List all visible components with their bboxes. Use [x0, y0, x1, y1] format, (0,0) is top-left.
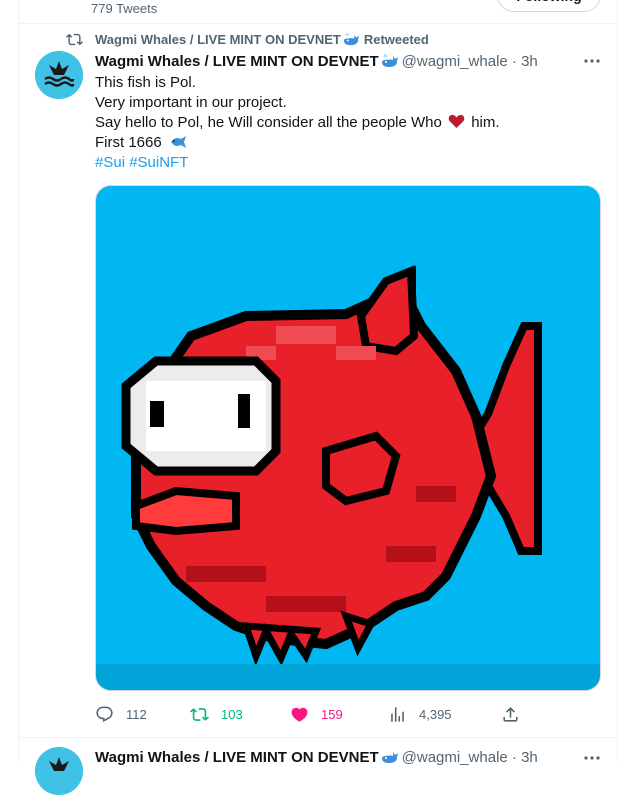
tweet-text-segment: Say hello to Pol, he Will consider all t…	[95, 114, 442, 131]
share-button[interactable]	[501, 703, 532, 725]
retweet-icon	[190, 707, 209, 721]
tweet-text-line: Say hello to Pol, he Will consider all t…	[95, 113, 595, 133]
hashtag-link[interactable]: #Sui	[95, 154, 125, 171]
reply-count: 112	[126, 706, 147, 722]
avatar[interactable]	[35, 747, 83, 795]
profile-header: 779 Tweets Following	[0, 0, 641, 22]
more-icon[interactable]	[583, 54, 601, 68]
like-count: 159	[321, 706, 343, 722]
divider	[19, 23, 617, 24]
retweet-context[interactable]: Wagmi Whales / LIVE MINT ON DEVNET Retwe…	[66, 31, 429, 47]
tweet-header: Wagmi Whales / LIVE MINT ON DEVNET @wagm…	[95, 51, 595, 71]
reply-button[interactable]: 112	[95, 703, 147, 725]
tweet-text-segment: First 1666	[95, 134, 162, 151]
whale-tail-logo-icon	[35, 51, 83, 99]
divider	[19, 737, 617, 738]
fish-emoji-icon	[170, 136, 186, 148]
tweet-media-image[interactable]	[95, 185, 601, 691]
tweet-hashtags: #Sui #SuiNFT	[95, 153, 595, 173]
whale-emoji-icon	[381, 752, 398, 763]
reply-icon	[96, 706, 113, 722]
tweet-text-line: Very important in our project.	[95, 94, 287, 111]
whale-tail-logo-icon	[35, 747, 83, 795]
tweet-text-line: First 1666	[95, 133, 595, 153]
red-heart-emoji-icon	[448, 114, 465, 128]
retweeted-label: Retweeted	[363, 31, 429, 47]
timeline-border-right	[617, 0, 618, 763]
pixel-fish-image	[121, 265, 542, 666]
retweet-count: 103	[221, 706, 243, 722]
hashtag-link[interactable]: #SuiNFT	[129, 154, 188, 171]
views-button[interactable]: 4,395	[388, 703, 452, 725]
whale-emoji-icon	[343, 32, 359, 45]
views-icon	[391, 706, 404, 722]
tweet-header: Wagmi Whales / LIVE MINT ON DEVNET @wagm…	[95, 747, 595, 767]
whale-emoji-icon	[381, 54, 398, 67]
timeline-border-left	[18, 0, 19, 763]
retweet-icon	[66, 33, 83, 45]
tweet-count: 779 Tweets	[91, 1, 158, 16]
views-count: 4,395	[419, 706, 452, 722]
following-button[interactable]: Following	[497, 0, 601, 12]
tweet-text-segment: him.	[471, 114, 500, 131]
tweet-text-line: This fish is Pol.	[95, 74, 196, 91]
like-button[interactable]: 159	[290, 703, 343, 725]
tweet-text: This fish is Pol. Very important in our …	[95, 73, 595, 173]
tweet-actions: 112 103 159 4,395	[95, 703, 601, 725]
back-arrow-icon[interactable]	[36, 0, 50, 2]
avatar[interactable]	[35, 51, 83, 99]
retweet-account: Wagmi Whales / LIVE MINT ON DEVNET	[95, 31, 341, 47]
retweet-button[interactable]: 103	[190, 703, 243, 725]
handle-and-time[interactable]: @wagmi_whale · 3h	[402, 53, 538, 70]
display-name[interactable]: Wagmi Whales / LIVE MINT ON DEVNET	[95, 53, 379, 70]
media-bottom-strip	[96, 664, 600, 690]
heart-icon	[291, 707, 308, 722]
share-icon	[503, 706, 518, 722]
